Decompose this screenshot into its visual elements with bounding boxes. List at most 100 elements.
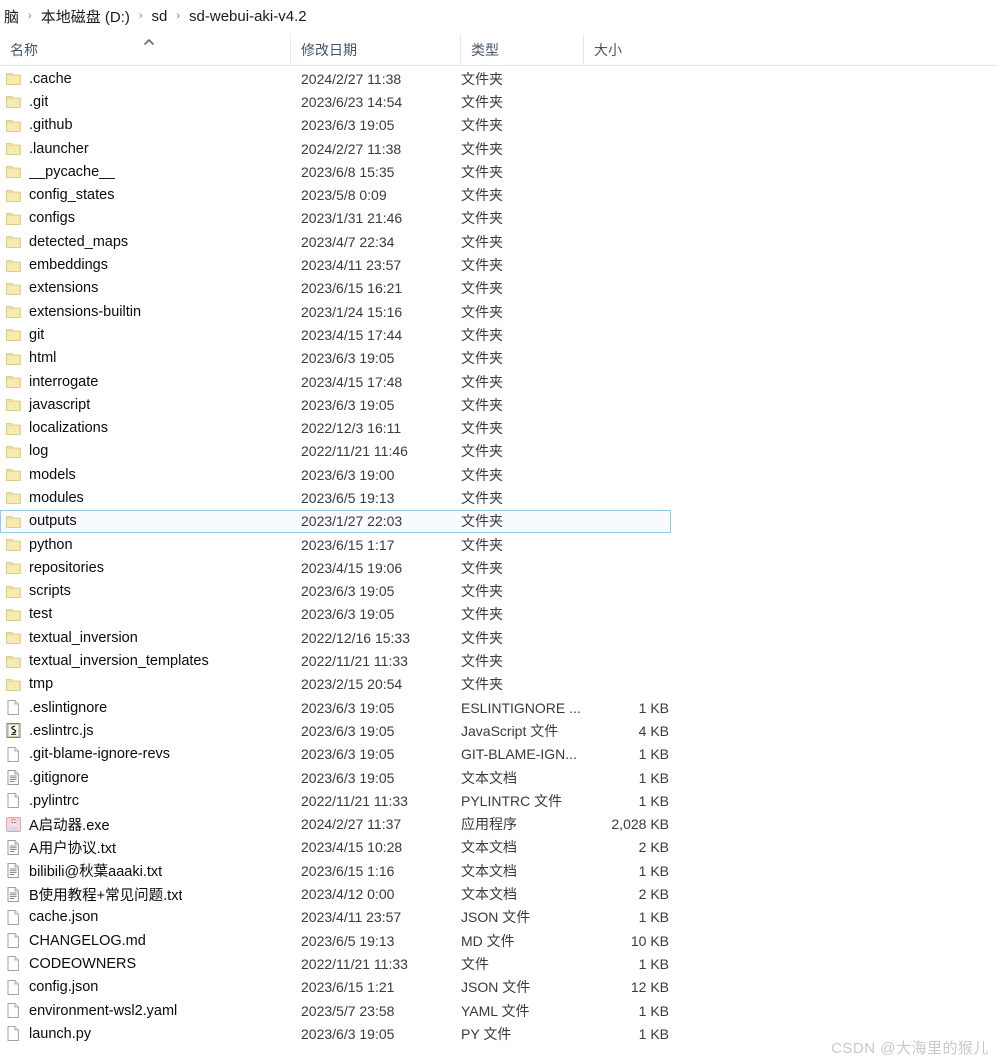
folder-icon: [5, 466, 22, 483]
folder-icon: [5, 117, 22, 134]
file-date-cell: 2023/6/3 19:05: [301, 722, 395, 739]
file-type-cell: 文本文档: [461, 862, 517, 879]
table-row[interactable]: launch.py 2023/6/3 19:05 PY 文件 1 KB: [0, 1022, 997, 1045]
breadcrumb-item-3[interactable]: sd-webui-aki-v4.2: [185, 6, 311, 27]
file-type-cell: 文件夹: [461, 326, 503, 343]
file-type-cell: 文件夹: [461, 373, 503, 390]
column-header-size[interactable]: 大小: [583, 34, 675, 66]
file-name-cell: log: [1, 441, 301, 462]
file-name-cell: detected_maps: [1, 231, 301, 252]
table-row[interactable]: configs 2023/1/31 21:46 文件夹: [0, 207, 997, 230]
table-row[interactable]: extensions 2023/6/15 16:21 文件夹: [0, 277, 997, 300]
table-row[interactable]: .git-blame-ignore-revs 2023/6/3 19:05 GIT-…: [0, 743, 997, 766]
table-row[interactable]: config.json 2023/6/15 1:21 JSON 文件 12 KB: [0, 976, 997, 999]
file-name-label: detected_maps: [29, 233, 129, 250]
table-row[interactable]: bilibili@秋葉aaaki.txt 2023/6/15 1:16 文本文档 1 …: [0, 859, 997, 882]
file-date-cell: 2023/6/5 19:13: [301, 932, 395, 949]
table-row[interactable]: B使用教程+常见问题.txt 2023/4/12 0:00 文本文档 2 KB: [0, 882, 997, 905]
table-row[interactable]: embeddings 2023/4/11 23:57 文件夹: [0, 253, 997, 276]
table-row[interactable]: A启动器.exe 2024/2/27 11:37 应用程序 2,028 KB: [0, 813, 997, 836]
file-list[interactable]: .cache 2024/2/27 11:38 文件夹 .git 2023/6/23 14…: [0, 67, 997, 1064]
folder-icon: [5, 373, 22, 390]
file-name-cell: html: [1, 348, 301, 369]
file-name-cell: extensions-builtin: [1, 301, 301, 322]
table-row[interactable]: repositories 2023/4/15 19:06 文件夹: [0, 556, 997, 579]
table-row[interactable]: textual_inversion_templates 2022/11/21 11…: [0, 649, 997, 672]
file-name-cell: tmp: [1, 674, 301, 695]
file-name-label: textual_inversion: [29, 629, 138, 646]
column-header-name[interactable]: 名称: [0, 34, 290, 66]
table-row[interactable]: interrogate 2023/4/15 17:48 文件夹: [0, 370, 997, 393]
table-row[interactable]: scripts 2023/6/3 19:05 文件夹: [0, 580, 997, 603]
breadcrumb-item-2[interactable]: sd: [148, 6, 172, 27]
file-name-label: extensions: [29, 280, 99, 297]
table-row[interactable]: test 2023/6/3 19:05 文件夹: [0, 603, 997, 626]
folder-icon: [5, 187, 22, 204]
file-date-cell: 2024/2/27 11:38: [301, 70, 402, 87]
file-name-label: tmp: [29, 676, 54, 693]
file-name-label: html: [29, 350, 57, 367]
file-size-cell: 1 KB: [638, 699, 669, 716]
table-row[interactable]: extensions-builtin 2023/1/24 15:16 文件夹: [0, 300, 997, 323]
table-row[interactable]: CODEOWNERS 2022/11/21 11:33 文件 1 KB: [0, 952, 997, 975]
table-row[interactable]: models 2023/6/3 19:00 文件夹: [0, 463, 997, 486]
table-row[interactable]: modules 2023/6/5 19:13 文件夹: [0, 486, 997, 509]
file-name-label: launch.py: [29, 1025, 92, 1042]
file-name-label: A用户协议.txt: [29, 840, 117, 857]
file-name-label: CODEOWNERS: [29, 955, 137, 972]
breadcrumb-item-0[interactable]: 脑: [0, 4, 23, 29]
table-row[interactable]: .git 2023/6/23 14:54 文件夹: [0, 90, 997, 113]
table-row[interactable]: environment-wsl2.yaml 2023/5/7 23:58 YAML …: [0, 999, 997, 1022]
breadcrumb-item-1[interactable]: 本地磁盘 (D:): [37, 4, 134, 29]
file-type-cell: 文本文档: [461, 839, 517, 856]
table-row[interactable]: localizations 2022/12/3 16:11 文件夹: [0, 416, 997, 439]
table-row[interactable]: CHANGELOG.md 2023/6/5 19:13 MD 文件 10 KB: [0, 929, 997, 952]
folder-icon: [5, 70, 22, 87]
table-row[interactable]: cache.json 2023/4/11 23:57 JSON 文件 1 KB: [0, 906, 997, 929]
file-date-cell: 2023/2/15 20:54: [301, 676, 403, 693]
file-type-cell: 文件夹: [461, 187, 503, 204]
table-row[interactable]: detected_maps 2023/4/7 22:34 文件夹: [0, 230, 997, 253]
file-date-cell: 2023/6/3 19:05: [301, 117, 395, 134]
file-date-cell: 2023/4/15 17:48: [301, 373, 403, 390]
table-row[interactable]: outputs 2023/1/27 22:03 文件夹: [0, 509, 671, 533]
blank-file-icon: [5, 1002, 22, 1019]
table-row[interactable]: .github 2023/6/3 19:05 文件夹: [0, 114, 997, 137]
file-name-label: .github: [29, 117, 73, 134]
file-name-cell: CHANGELOG.md: [1, 930, 301, 951]
table-row[interactable]: textual_inversion 2022/12/16 15:33 文件夹: [0, 626, 997, 649]
table-row[interactable]: log 2022/11/21 11:46 文件夹: [0, 440, 997, 463]
column-header-label: 大小: [594, 42, 622, 58]
file-name-cell: .git: [1, 91, 301, 112]
table-row[interactable]: .pylintrc 2022/11/21 11:33 PYLINTRC 文件 1 KB: [0, 789, 997, 812]
table-row[interactable]: config_states 2023/5/8 0:09 文件夹: [0, 183, 997, 206]
breadcrumb-separator: ›: [28, 10, 32, 22]
file-name-label: localizations: [29, 420, 108, 437]
table-row[interactable]: .eslintignore 2023/6/3 19:05 ESLINTIGNORE …: [0, 696, 997, 719]
table-row[interactable]: javascript 2023/6/3 19:05 文件夹: [0, 393, 997, 416]
column-header-type[interactable]: 类型: [460, 34, 583, 66]
table-row[interactable]: python 2023/6/15 1:17 文件夹: [0, 533, 997, 556]
file-date-cell: 2023/6/15 1:21: [301, 979, 395, 996]
table-row[interactable]: html 2023/6/3 19:05 文件夹: [0, 347, 997, 370]
table-row[interactable]: __pycache__ 2023/6/8 15:35 文件夹: [0, 160, 997, 183]
table-row[interactable]: .launcher 2024/2/27 11:38 文件夹: [0, 137, 997, 160]
table-row[interactable]: .gitignore 2023/6/3 19:05 文本文档 1 KB: [0, 766, 997, 789]
table-row[interactable]: .eslintrc.js 2023/6/3 19:05 JavaScript 文件 4…: [0, 719, 997, 742]
table-row[interactable]: .cache 2024/2/27 11:38 文件夹: [0, 67, 997, 90]
folder-icon: [5, 326, 22, 343]
file-name-cell: .eslintignore: [1, 697, 301, 718]
folder-icon: [5, 233, 22, 250]
file-name-label: log: [29, 443, 49, 460]
table-row[interactable]: A用户协议.txt 2023/4/15 10:28 文本文档 2 KB: [0, 836, 997, 859]
file-name-label: outputs: [29, 513, 77, 530]
file-type-cell: GIT-BLAME-IGN...: [461, 746, 577, 763]
table-row[interactable]: tmp 2023/2/15 20:54 文件夹: [0, 673, 997, 696]
table-row[interactable]: git 2023/4/15 17:44 文件夹: [0, 323, 997, 346]
file-name-cell: A用户协议.txt: [1, 837, 301, 858]
file-name-cell: bilibili@秋葉aaaki.txt: [1, 860, 301, 881]
column-header-date[interactable]: 修改日期: [290, 34, 460, 66]
breadcrumb[interactable]: 脑 › 本地磁盘 (D:) › sd › sd-webui-aki-v4.2: [0, 0, 997, 32]
file-date-cell: 2023/4/11 23:57: [301, 909, 402, 926]
folder-icon: [5, 629, 22, 646]
